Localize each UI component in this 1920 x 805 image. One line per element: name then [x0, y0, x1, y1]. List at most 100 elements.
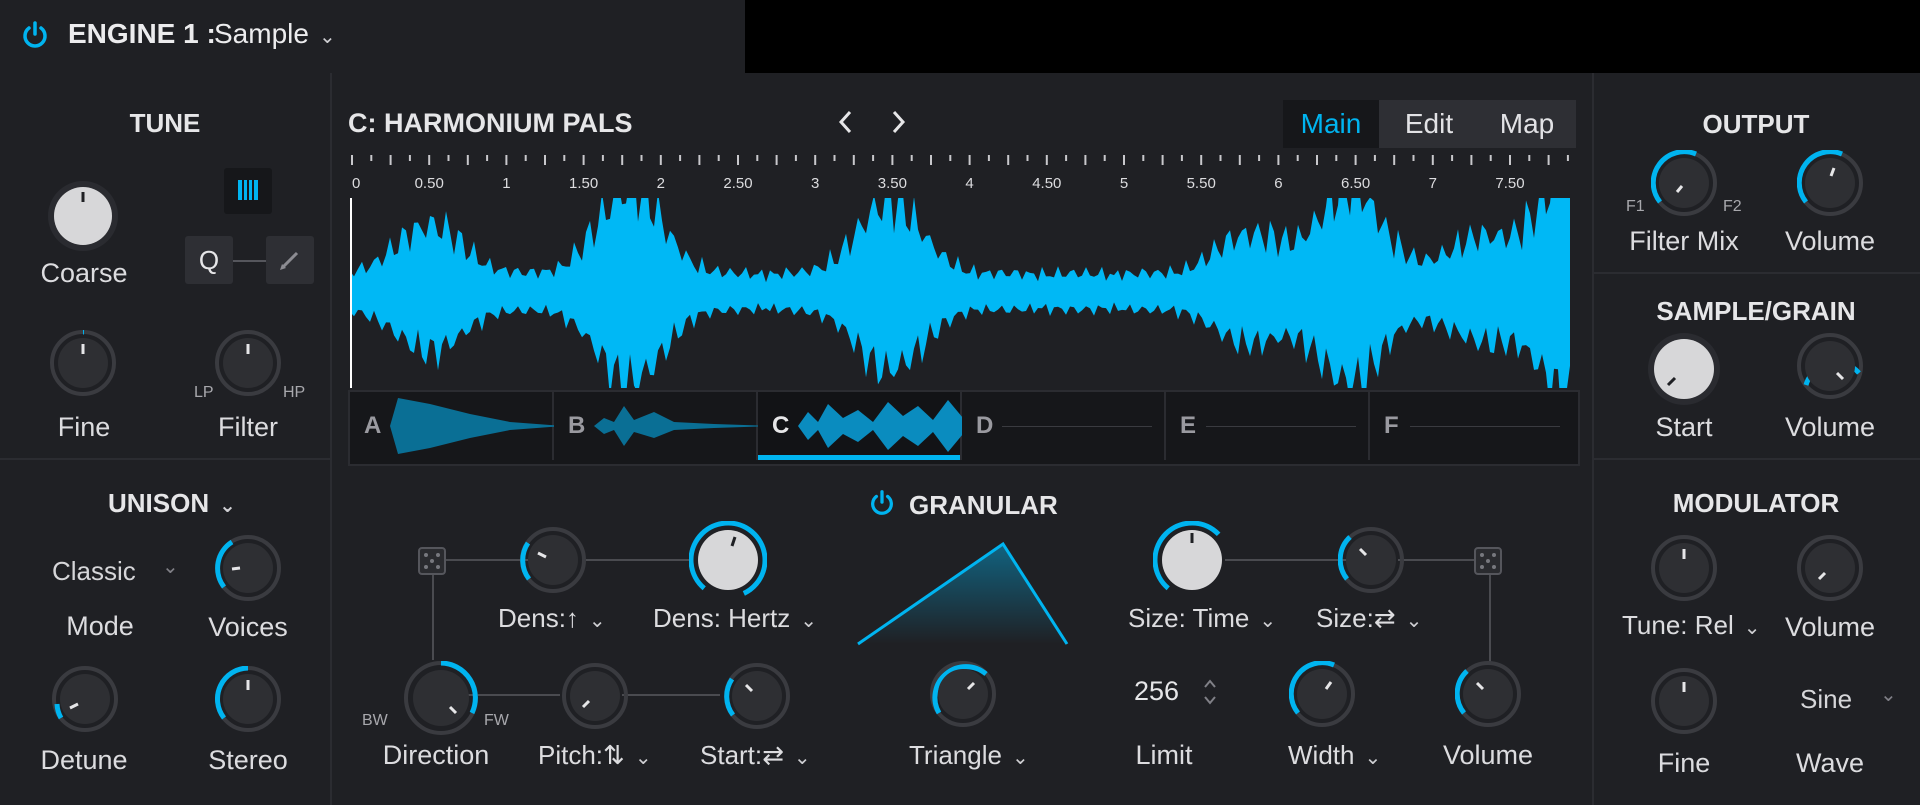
size-mod-knob[interactable]: [1338, 527, 1404, 593]
active-slot-indicator: [758, 455, 960, 460]
mode-value: Classic: [52, 556, 136, 586]
limit-value: 256: [1134, 676, 1180, 706]
wave-dropdown[interactable]: Sine ⌄: [1770, 680, 1900, 724]
granular-title: GRANULAR: [909, 490, 1058, 520]
ruler-label: 3.50: [878, 175, 907, 192]
slot-a-thumbnail: [390, 398, 570, 454]
chevron-down-icon: ⌄: [1011, 747, 1029, 769]
sample-slot-d[interactable]: D: [962, 392, 1166, 460]
granular-power-icon[interactable]: [868, 489, 896, 522]
ruler-label: 2.50: [723, 175, 752, 192]
density-hertz-label: Dens: Hertz: [653, 603, 791, 633]
tab-map[interactable]: Map: [1478, 100, 1576, 148]
q-label: Q: [198, 245, 220, 275]
pitch-label: Pitch:⇅: [538, 740, 625, 770]
envelope-dropdown[interactable]: Triangle ⌄: [909, 740, 1029, 771]
ruler-label: 0.50: [415, 175, 444, 192]
tune-rel-dropdown[interactable]: Tune: Rel ⌄: [1622, 610, 1761, 641]
sample-volume-knob[interactable]: [1797, 333, 1863, 399]
unison-dropdown[interactable]: UNISON ⌄: [108, 488, 236, 519]
direction-knob[interactable]: [404, 661, 478, 735]
engine-power-icon[interactable]: [20, 20, 50, 55]
size-time-dropdown[interactable]: Size: Time ⌄: [1128, 603, 1276, 634]
slot-e-label: E: [1180, 412, 1197, 439]
sample-grain-title: SAMPLE/GRAIN: [1656, 296, 1856, 326]
modulator-tune-knob[interactable]: [1651, 535, 1717, 601]
slot-d-label: D: [976, 412, 994, 439]
wave-label: Wave: [1795, 748, 1865, 778]
fine-knob[interactable]: [50, 330, 116, 396]
granular-start-knob[interactable]: [724, 663, 790, 729]
modulator-fine-knob[interactable]: [1651, 668, 1717, 734]
slot-e-empty-line: [1206, 426, 1356, 427]
coarse-knob[interactable]: [47, 180, 119, 252]
next-sample-icon[interactable]: [888, 108, 908, 141]
engine-type-dropdown[interactable]: Sample ⌄: [214, 18, 336, 50]
output-volume-knob[interactable]: [1797, 150, 1863, 216]
stepper-arrows-icon: [1204, 679, 1216, 705]
density-mod-dropdown[interactable]: Dens:↑ ⌄: [498, 603, 606, 634]
sample-volume-label: Volume: [1784, 412, 1876, 442]
ruler-label: 7: [1429, 175, 1437, 192]
filter-label: Filter: [218, 412, 278, 442]
voices-knob[interactable]: [215, 535, 281, 601]
granular-start-dropdown[interactable]: Start:⇄ ⌄: [700, 740, 811, 771]
chevron-down-icon: ⌄: [634, 747, 652, 769]
tab-edit[interactable]: Edit: [1380, 100, 1478, 148]
slot-c-label: C: [772, 412, 790, 439]
filter-knob[interactable]: [215, 330, 281, 396]
filter-mix-f2-label: F2: [1723, 198, 1742, 215]
pencil-button[interactable]: [266, 236, 314, 284]
width-knob[interactable]: [1289, 661, 1355, 727]
filter-mix-knob[interactable]: [1651, 150, 1717, 216]
slot-b-label: B: [568, 412, 586, 439]
mode-dropdown[interactable]: Classic ⌄: [22, 552, 182, 596]
sample-slot-f[interactable]: F: [1370, 392, 1574, 460]
prev-sample-icon[interactable]: [836, 108, 856, 141]
chevron-down-icon: ⌄: [162, 556, 179, 578]
engine-type-value: Sample: [214, 18, 309, 49]
ruler-label: 4: [965, 175, 973, 192]
density-hertz-dropdown[interactable]: Dens: Hertz ⌄: [653, 603, 817, 634]
size-mod-dropdown[interactable]: Size:⇄ ⌄: [1316, 603, 1422, 634]
density-mod-knob[interactable]: [520, 527, 586, 593]
size-mod-label: Size:⇄: [1316, 603, 1396, 633]
envelope-shape-knob[interactable]: [930, 661, 996, 727]
chevron-down-icon: ⌄: [588, 610, 606, 632]
grain-envelope-display: [857, 541, 1069, 646]
ruler-label: 5.50: [1187, 175, 1216, 192]
modulator-title: MODULATOR: [1672, 488, 1840, 518]
modulator-volume-knob[interactable]: [1797, 535, 1863, 601]
tab-main[interactable]: Main: [1283, 100, 1379, 148]
size-time-label: Size: Time: [1128, 603, 1250, 633]
density-knob[interactable]: [689, 521, 767, 599]
pitch-dropdown[interactable]: Pitch:⇅ ⌄: [538, 740, 652, 771]
sample-slot-e[interactable]: E: [1166, 392, 1370, 460]
sample-slot-a[interactable]: A: [350, 392, 570, 460]
direction-bw-label: BW: [362, 712, 388, 729]
pitch-knob[interactable]: [562, 663, 628, 729]
detune-knob[interactable]: [52, 666, 118, 732]
width-label: Width: [1288, 740, 1355, 770]
width-dropdown[interactable]: Width ⌄: [1288, 740, 1381, 771]
direction-label: Direction: [382, 740, 490, 770]
waveform-display[interactable]: [350, 198, 1575, 388]
sample-slot-c[interactable]: C: [758, 392, 963, 460]
sample-slot-b[interactable]: B: [554, 392, 774, 460]
limit-stepper[interactable]: 256: [1112, 668, 1222, 718]
chevron-down-icon: ⌄: [1405, 610, 1423, 632]
wave-value: Sine: [1800, 684, 1853, 714]
q-button[interactable]: Q: [185, 236, 233, 284]
chevron-down-icon: ⌄: [318, 26, 336, 48]
granular-volume-knob[interactable]: [1455, 661, 1521, 727]
stereo-knob[interactable]: [215, 666, 281, 732]
grain-size-knob[interactable]: [1153, 521, 1231, 599]
randomize-dice-icon[interactable]: [417, 546, 447, 581]
slot-a-label: A: [364, 412, 382, 439]
modulator-fine-label: Fine: [1657, 748, 1711, 778]
keyboard-button[interactable]: [224, 168, 272, 214]
coarse-label: Coarse: [40, 258, 128, 288]
sample-name: C: HARMONIUM PALS: [348, 108, 633, 138]
randomize-dice-icon-right[interactable]: [1473, 546, 1503, 581]
sample-start-knob[interactable]: [1646, 331, 1722, 407]
